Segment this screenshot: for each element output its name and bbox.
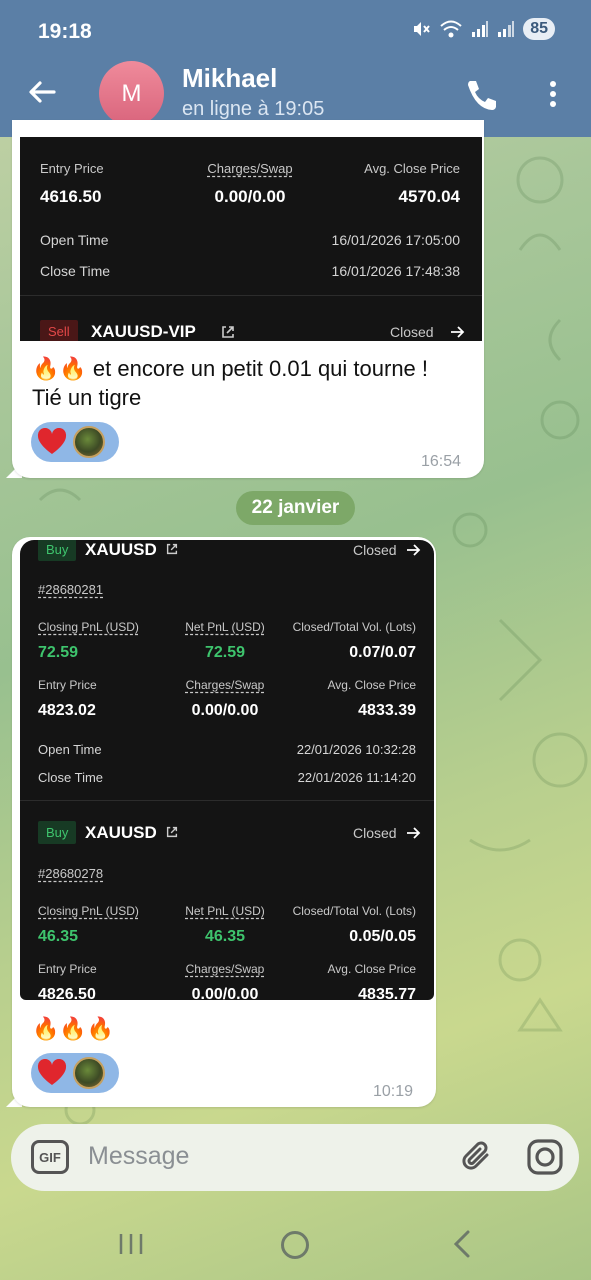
entry-price-value: 4823.02 xyxy=(38,702,96,719)
avg-close-price-label: Avg. Close Price xyxy=(327,962,416,976)
chat-header: 19:18 85 M Mikhael en ligne à 19:05 xyxy=(0,0,591,137)
reactions-bar[interactable] xyxy=(31,1053,119,1093)
contact-name[interactable]: Mikhael xyxy=(182,63,277,94)
avg-close-price-value: 4835.77 xyxy=(358,986,416,1000)
trade-id[interactable]: #28680278 xyxy=(38,866,103,881)
message-input-bar: GIF Message xyxy=(11,1124,579,1191)
trade-screenshot-1[interactable]: Entry Price Charges/Swap Avg. Close Pric… xyxy=(20,137,482,341)
buy-tag: Buy xyxy=(38,821,77,844)
avg-close-price-label: Avg. Close Price xyxy=(364,161,460,176)
open-time-value: 22/01/2026 10:32:28 xyxy=(296,742,416,757)
closing-pnl-value: 46.35 xyxy=(38,928,79,945)
reactor-avatar[interactable] xyxy=(73,426,105,458)
entry-price-value: 4616.50 xyxy=(40,187,102,206)
open-time-value: 16/01/2026 17:05:00 xyxy=(331,232,460,248)
date-separator: 22 janvier xyxy=(236,491,355,525)
avg-close-price-label: Avg. Close Price xyxy=(327,678,416,692)
avg-close-price-value: 4833.39 xyxy=(358,702,416,719)
heart-icon[interactable] xyxy=(35,425,69,459)
closing-pnl-label: Closing PnL (USD) xyxy=(38,620,139,634)
message-text: 🔥🔥🔥 xyxy=(32,1016,115,1041)
charges-swap-label: Charges/Swap xyxy=(207,161,293,176)
nav-recent-icon[interactable] xyxy=(118,1233,144,1255)
arrow-right-icon[interactable] xyxy=(406,543,422,557)
signal-icon-2 xyxy=(498,21,515,37)
close-time-label: Close Time xyxy=(38,770,104,785)
external-link-icon[interactable] xyxy=(220,324,236,340)
closing-pnl-value: 72.59 xyxy=(38,644,79,661)
divider xyxy=(20,800,434,801)
camera-icon[interactable] xyxy=(526,1138,564,1176)
entry-price-label: Entry Price xyxy=(38,678,97,692)
external-link-icon[interactable] xyxy=(165,542,179,556)
trade-screenshot-2[interactable]: Buy XAUUSD Closed #28680281 Closing PnL … xyxy=(20,540,434,1000)
contact-avatar[interactable]: M xyxy=(99,61,164,126)
entry-price-label: Entry Price xyxy=(38,962,97,976)
message-time: 10:19 xyxy=(373,1083,414,1100)
status-icons: 85 xyxy=(411,18,555,40)
contact-status: en ligne à 19:05 xyxy=(182,98,325,120)
nav-back-icon[interactable] xyxy=(450,1229,474,1259)
arrow-right-icon[interactable] xyxy=(450,325,466,339)
charges-swap-value: 0.00/0.00 xyxy=(214,187,286,206)
close-time-value: 22/01/2026 11:14:20 xyxy=(297,770,416,785)
avg-close-price-value: 4570.04 xyxy=(398,187,460,206)
back-arrow-icon[interactable] xyxy=(24,74,60,110)
closed-total-vol-label: Closed/Total Vol. (Lots) xyxy=(292,904,416,918)
message-input[interactable]: Message xyxy=(88,1142,189,1171)
battery-level: 85 xyxy=(523,18,555,40)
external-link-icon[interactable] xyxy=(165,825,179,839)
closed-total-vol-value: 0.05/0.05 xyxy=(349,928,416,945)
status-time: 19:18 xyxy=(38,20,92,43)
message-time: 16:54 xyxy=(421,453,462,470)
arrow-right-icon[interactable] xyxy=(406,826,422,840)
mute-icon xyxy=(414,22,430,36)
attach-icon[interactable] xyxy=(459,1138,497,1176)
message-text-line-1: 🔥🔥 et encore un petit 0.01 qui tourne ! xyxy=(32,356,429,381)
reactor-avatar[interactable] xyxy=(73,1057,105,1089)
symbol-label: XAUUSD-VIP xyxy=(91,322,196,341)
entry-price-label: Entry Price xyxy=(40,161,104,176)
open-time-label: Open Time xyxy=(38,742,102,757)
gif-button[interactable]: GIF xyxy=(31,1140,69,1174)
closed-total-vol-label: Closed/Total Vol. (Lots) xyxy=(292,620,416,634)
close-time-label: Close Time xyxy=(40,263,111,279)
phone-icon[interactable] xyxy=(462,76,498,112)
symbol-label: XAUUSD xyxy=(85,540,157,559)
entry-price-value: 4826.50 xyxy=(38,986,96,1000)
open-time-label: Open Time xyxy=(40,232,109,248)
trade-id[interactable]: #28680281 xyxy=(38,582,103,597)
closed-status: Closed xyxy=(353,542,397,558)
system-nav-bar xyxy=(0,1205,591,1280)
reactions-bar[interactable] xyxy=(31,422,119,462)
heart-icon[interactable] xyxy=(35,1056,69,1090)
divider xyxy=(20,295,482,296)
closed-total-vol-value: 0.07/0.07 xyxy=(349,644,416,661)
buy-tag: Buy xyxy=(38,540,77,561)
more-vert-icon[interactable] xyxy=(541,76,565,112)
symbol-label: XAUUSD xyxy=(85,823,157,842)
sell-tag: Sell xyxy=(40,320,78,341)
signal-icon xyxy=(472,21,489,37)
close-time-value: 16/01/2026 17:48:38 xyxy=(331,263,460,279)
nav-home-icon[interactable] xyxy=(281,1231,309,1259)
closing-pnl-label: Closing PnL (USD) xyxy=(38,904,139,918)
closed-status: Closed xyxy=(390,324,434,340)
wifi-icon xyxy=(440,20,462,38)
closed-status: Closed xyxy=(353,825,397,841)
message-text-line-2: Tié un tigre xyxy=(32,385,142,410)
